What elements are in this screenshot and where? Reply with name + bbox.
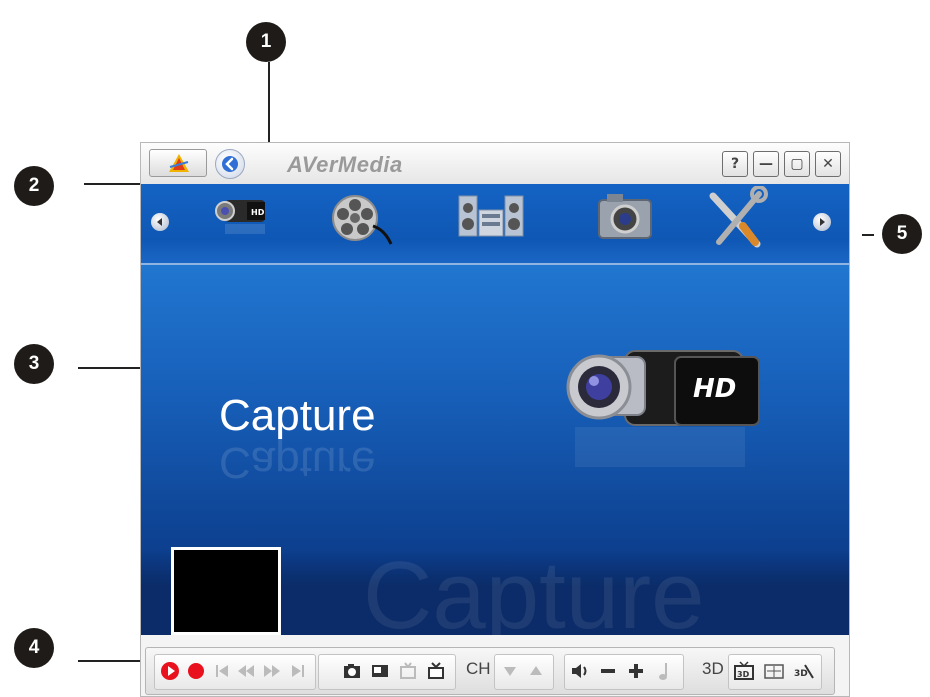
camcorder-icon: HD xyxy=(566,350,760,467)
main-panel: Capture Capture Capture HD HD xyxy=(141,265,849,635)
tv-aspect-button[interactable] xyxy=(423,658,449,684)
play-icon xyxy=(161,662,179,680)
brand-logo: AVerMedia xyxy=(287,152,403,177)
stereo-speakers-icon xyxy=(458,195,524,237)
camera-icon xyxy=(598,194,652,239)
control-toolbar: CH 3D 3D 3D xyxy=(145,647,835,695)
hd-camcorder-icon: HD xyxy=(215,200,265,234)
skip-back-button[interactable] xyxy=(209,658,235,684)
arrow-right-icon xyxy=(820,218,825,226)
speaker-icon xyxy=(572,664,587,678)
main-menu-bar: HD xyxy=(141,184,849,265)
avermedia-logo-icon xyxy=(169,154,189,172)
record-button[interactable] xyxy=(183,658,209,684)
mute-button[interactable] xyxy=(567,658,593,684)
3d-group: 3D 3D xyxy=(728,654,822,690)
tv-aspect-icon xyxy=(428,662,444,679)
arrow-down-icon xyxy=(504,667,516,676)
tools-group xyxy=(318,654,456,690)
picture-in-picture-icon xyxy=(372,665,388,677)
skip-back-icon xyxy=(216,665,228,677)
menu-scroll-left-button[interactable] xyxy=(151,213,169,231)
callout-2: 2 xyxy=(14,166,54,206)
music-note-icon xyxy=(659,663,667,680)
3d-settings-icon: 3D xyxy=(794,664,814,679)
channel-group xyxy=(494,654,554,690)
window-controls: ? — ▢ ✕ xyxy=(722,151,841,177)
svg-text:HD: HD xyxy=(251,208,265,217)
fast-forward-icon xyxy=(264,665,280,677)
page-title: Capture xyxy=(219,391,376,440)
channel-up-button[interactable] xyxy=(523,658,549,684)
audio-button[interactable] xyxy=(651,658,677,684)
multichannel-icon xyxy=(400,662,416,679)
snapshot-button[interactable] xyxy=(339,658,365,684)
2d-to-3d-button[interactable] xyxy=(761,658,787,684)
plus-icon xyxy=(629,664,643,678)
svg-text:HD: HD xyxy=(693,374,736,404)
home-button[interactable] xyxy=(149,149,207,177)
menu-item-photo[interactable] xyxy=(589,186,661,256)
3d-tv-button[interactable]: 3D xyxy=(731,658,757,684)
menu-item-capture[interactable]: HD xyxy=(207,186,279,256)
leader-line-4 xyxy=(78,660,142,662)
play-button[interactable] xyxy=(157,658,183,684)
skip-forward-button[interactable] xyxy=(285,658,311,684)
back-button[interactable] xyxy=(215,149,245,179)
title-bar: AVerMedia ? — ▢ ✕ xyxy=(141,143,849,185)
3d-settings-button[interactable]: 3D xyxy=(791,658,817,684)
playback-group xyxy=(154,654,316,690)
menu-item-music[interactable] xyxy=(455,186,527,256)
svg-text:3D: 3D xyxy=(737,670,750,679)
close-button[interactable]: ✕ xyxy=(815,151,841,177)
watermark-text: Capture xyxy=(363,542,705,635)
3d-label: 3D xyxy=(702,659,724,678)
volume-up-button[interactable] xyxy=(623,658,649,684)
skip-forward-icon xyxy=(292,665,304,677)
record-icon xyxy=(188,663,204,679)
menu-item-settings[interactable] xyxy=(701,185,773,256)
leader-line-3 xyxy=(78,367,148,369)
app-window: AVerMedia ? — ▢ ✕ HD Capture Capture Cap… xyxy=(140,142,850,697)
channel-down-button[interactable] xyxy=(497,658,523,684)
leader-line-2 xyxy=(84,183,142,185)
arrow-left-icon xyxy=(157,218,162,226)
callout-5: 5 xyxy=(882,214,922,254)
pip-button[interactable] xyxy=(367,658,393,684)
hd-camcorder-illustration: HD HD xyxy=(555,317,765,492)
svg-text:3D: 3D xyxy=(794,669,808,679)
help-button[interactable]: ? xyxy=(722,151,748,177)
volume-down-button[interactable] xyxy=(595,658,621,684)
menu-scroll-right-button[interactable] xyxy=(813,213,831,231)
snapshot-camera-icon xyxy=(344,664,360,678)
rewind-button[interactable] xyxy=(233,658,259,684)
film-reel-icon xyxy=(332,195,393,245)
3d-tv-icon: 3D xyxy=(734,661,754,680)
menu-item-video[interactable] xyxy=(327,186,399,256)
leader-line-1 xyxy=(268,62,270,142)
callout-1: 1 xyxy=(246,22,286,62)
tools-icon xyxy=(709,185,768,248)
video-preview[interactable] xyxy=(171,547,281,635)
back-arrow-icon xyxy=(222,156,238,172)
maximize-button[interactable]: ▢ xyxy=(784,151,810,177)
page-title-reflection: Capture xyxy=(219,438,376,487)
minus-icon xyxy=(601,669,615,673)
channel-label: CH xyxy=(466,659,491,678)
2d-to-3d-icon xyxy=(764,664,784,679)
multichannel-button[interactable] xyxy=(395,658,421,684)
arrow-up-icon xyxy=(530,666,542,675)
callout-4: 4 xyxy=(14,628,54,668)
leader-line-5 xyxy=(862,234,874,236)
volume-group xyxy=(564,654,684,690)
fast-forward-button[interactable] xyxy=(259,658,285,684)
minimize-button[interactable]: — xyxy=(753,151,779,177)
rewind-icon xyxy=(238,665,254,677)
callout-3: 3 xyxy=(14,344,54,384)
